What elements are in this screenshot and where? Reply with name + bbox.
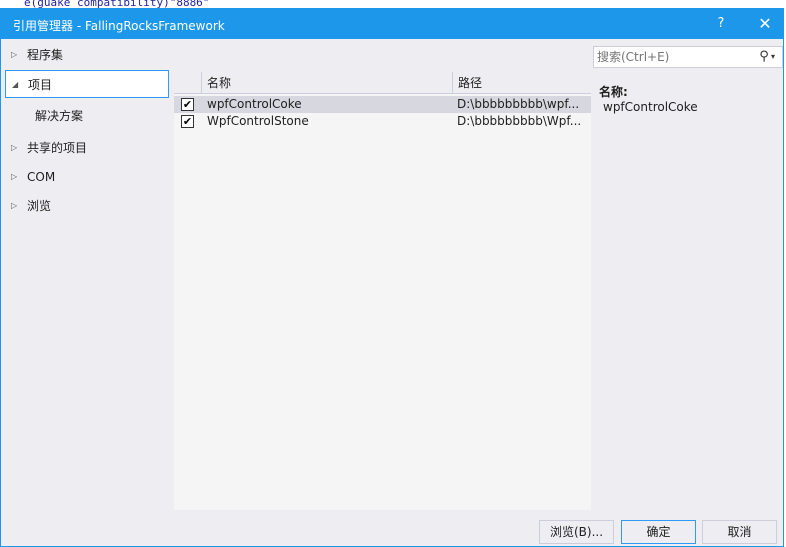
close-button[interactable]: ✕	[755, 15, 775, 33]
nav-item-label: 程序集	[27, 48, 64, 62]
nav-item-label: COM	[27, 170, 56, 184]
column-header-path[interactable]: 路径	[452, 72, 591, 94]
title-bar: 引用管理器 - FallingRocksFramework ? ✕	[1, 9, 783, 39]
search-input[interactable]	[597, 49, 747, 65]
table-row[interactable]: ✔ WpfControlStone D:\bbbbbbbbb\Wpf...	[174, 113, 591, 130]
collapse-arrow-icon[interactable]: ◢	[12, 71, 18, 99]
nav-item-assemblies[interactable]: ▷ 程序集	[5, 41, 169, 69]
expand-arrow-icon[interactable]: ▷	[11, 134, 17, 162]
nav-item-shared-projects[interactable]: ▷ 共享的项目	[5, 134, 169, 162]
search-icon[interactable]: ⚲	[756, 48, 772, 66]
detail-name-label: 名称:	[599, 85, 628, 99]
column-header-row: 名称 路径	[174, 72, 591, 94]
reference-path: D:\bbbbbbbbb\Wpf...	[457, 114, 582, 128]
help-button[interactable]: ?	[711, 15, 731, 33]
column-header-check[interactable]	[174, 72, 201, 94]
nav-item-browse[interactable]: ▷ 浏览	[5, 192, 169, 220]
reference-checkbox[interactable]: ✔	[181, 115, 194, 128]
expand-arrow-icon[interactable]: ▷	[11, 163, 17, 191]
nav-item-label: 解决方案	[35, 109, 84, 123]
expand-arrow-icon[interactable]: ▷	[11, 192, 17, 220]
search-box: ⚲ ▾	[593, 46, 783, 68]
reference-list: 名称 路径 ✔ wpfControlCoke D:\bbbbbbbbb\wpf.…	[174, 72, 591, 510]
reference-name: wpfControlCoke	[207, 97, 302, 111]
nav-item-solution[interactable]: 解决方案	[5, 102, 169, 130]
browse-button[interactable]: 浏览(B)...	[539, 520, 614, 544]
window-title: 引用管理器 - FallingRocksFramework	[13, 19, 225, 33]
reference-path: D:\bbbbbbbbb\wpf...	[457, 97, 580, 111]
category-nav: ▷ 程序集 ◢ 项目 解决方案 ▷ 共享的项目 ▷ COM ▷ 浏览	[5, 39, 169, 509]
nav-item-label: 共享的项目	[27, 141, 88, 155]
nav-item-label: 项目	[28, 78, 53, 92]
detail-name-value: wpfControlCoke	[603, 100, 698, 114]
nav-item-com[interactable]: ▷ COM	[5, 163, 169, 191]
cancel-button[interactable]: 取消	[702, 520, 777, 544]
reference-manager-dialog: 引用管理器 - FallingRocksFramework ? ✕ ▷ 程序集 …	[0, 8, 784, 547]
chevron-down-icon[interactable]: ▾	[771, 48, 781, 66]
ok-button[interactable]: 确定	[621, 520, 696, 544]
nav-item-label: 浏览	[27, 199, 52, 213]
nav-item-projects[interactable]: ◢ 项目	[5, 70, 169, 98]
expand-arrow-icon[interactable]: ▷	[11, 41, 17, 69]
table-row[interactable]: ✔ wpfControlCoke D:\bbbbbbbbb\wpf...	[174, 96, 591, 113]
column-header-name[interactable]: 名称	[201, 72, 452, 94]
reference-checkbox[interactable]: ✔	[181, 98, 194, 111]
reference-name: WpfControlStone	[207, 114, 309, 128]
